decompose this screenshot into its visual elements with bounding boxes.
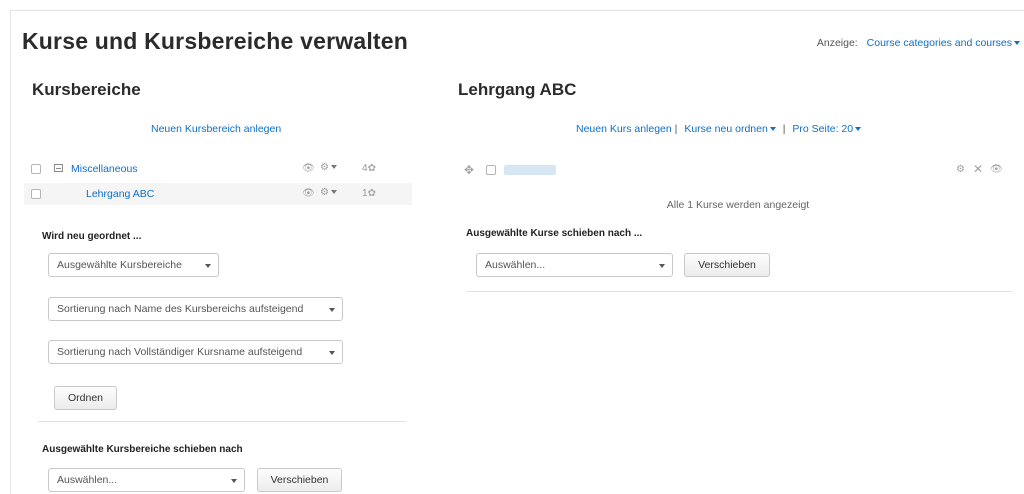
move-courses-value: Auswählen...: [485, 259, 546, 271]
category-link[interactable]: Lehrgang ABC: [86, 188, 154, 200]
move-categories-value: Auswählen...: [57, 474, 118, 486]
courses-count-text: Alle 1 Kurse werden angezeigt: [666, 199, 810, 211]
chevron-down-icon: [329, 351, 335, 355]
category-link[interactable]: Miscellaneous: [71, 163, 138, 175]
resort-heading: Wird neu geordnet ...: [42, 231, 142, 242]
gear-icon[interactable]: ⚙: [320, 163, 337, 173]
divider: [38, 421, 406, 422]
close-icon[interactable]: ✕: [973, 163, 983, 175]
resort-courses-label: Kurse neu ordnen: [684, 123, 768, 135]
course-row: ✥ ⚙ ✕ 👁: [456, 158, 1012, 182]
chevron-down-icon: [329, 308, 335, 312]
course-name: [504, 165, 507, 177]
chevron-down-icon: [1014, 41, 1020, 46]
resort-button[interactable]: Ordnen: [54, 386, 117, 410]
chevron-down-icon: [659, 264, 665, 268]
move-courses-heading: Ausgewählte Kurse schieben nach ...: [466, 228, 643, 239]
course-link[interactable]: [504, 165, 556, 175]
per-page-label: Pro Seite: 20: [792, 123, 854, 135]
chevron-down-icon: [205, 264, 211, 268]
new-course-link[interactable]: Neuen Kurs anlegen: [576, 123, 672, 135]
sort-courses-select[interactable]: Sortierung nach Vollständiger Kursname a…: [48, 340, 343, 364]
chevron-down-icon: [769, 127, 776, 132]
move-courses-select[interactable]: Auswählen...: [476, 253, 673, 277]
category-checkbox[interactable]: [31, 164, 41, 174]
view-mode-value: Course categories and courses: [866, 37, 1012, 49]
eye-icon[interactable]: 👁: [302, 189, 315, 199]
view-mode-dropdown[interactable]: Course categories and courses: [867, 37, 1020, 49]
chevron-down-icon: [231, 479, 237, 483]
eye-icon[interactable]: 👁: [302, 164, 315, 174]
course-count: 4✿: [362, 163, 376, 174]
move-categories-heading: Ausgewählte Kursbereiche schieben nach: [42, 444, 243, 455]
create-category-link[interactable]: Neuen Kursbereich anlegen: [151, 123, 281, 135]
divider: [466, 291, 1012, 292]
move-categories-select[interactable]: Auswählen...: [48, 468, 245, 492]
separator: |: [674, 123, 678, 135]
separator: |: [782, 123, 786, 135]
sort-courses-value: Sortierung nach Vollständiger Kursname a…: [57, 346, 303, 358]
course-icon: ✿: [367, 188, 376, 199]
view-switcher: Anzeige: Course categories and courses: [817, 37, 1020, 49]
view-label: Anzeige:: [816, 37, 858, 49]
gear-icon[interactable]: ⚙: [320, 188, 337, 198]
sort-categories-value: Sortierung nach Name des Kursbereichs au…: [57, 303, 304, 315]
move-courses-button[interactable]: Verschieben: [684, 253, 770, 277]
category-row-miscellaneous: Miscellaneous 👁 ⚙ 4✿: [24, 158, 412, 180]
resort-scope-select[interactable]: Ausgewählte Kursbereiche: [48, 253, 219, 277]
move-categories-button[interactable]: Verschieben: [257, 468, 342, 492]
course-icon: ✿: [367, 163, 376, 174]
per-page-dropdown[interactable]: Pro Seite: 20: [792, 123, 862, 135]
gear-icon[interactable]: ⚙: [956, 165, 965, 175]
sort-categories-select[interactable]: Sortierung nach Name des Kursbereichs au…: [48, 297, 343, 321]
course-checkbox[interactable]: [486, 165, 496, 175]
categories-heading: Kursbereiche: [32, 80, 141, 99]
resort-courses-dropdown[interactable]: Kurse neu ordnen: [684, 123, 776, 135]
course-actions: Neuen Kurs anlegen | Kurse neu ordnen | …: [576, 123, 862, 135]
move-icon[interactable]: ✥: [464, 164, 474, 176]
category-checkbox[interactable]: [31, 189, 41, 199]
chevron-down-icon: [855, 127, 862, 132]
eye-icon[interactable]: 👁: [990, 165, 1003, 175]
course-count: 1✿: [362, 188, 376, 199]
resort-scope-value: Ausgewählte Kursbereiche: [57, 259, 182, 271]
collapse-icon[interactable]: [54, 164, 63, 172]
category-detail-heading: Lehrgang ABC: [458, 80, 577, 99]
category-row-lehrgang: Lehrgang ABC 👁 ⚙ 1✿: [24, 183, 412, 205]
page-title: Kurse und Kursbereiche verwalten: [22, 28, 409, 54]
